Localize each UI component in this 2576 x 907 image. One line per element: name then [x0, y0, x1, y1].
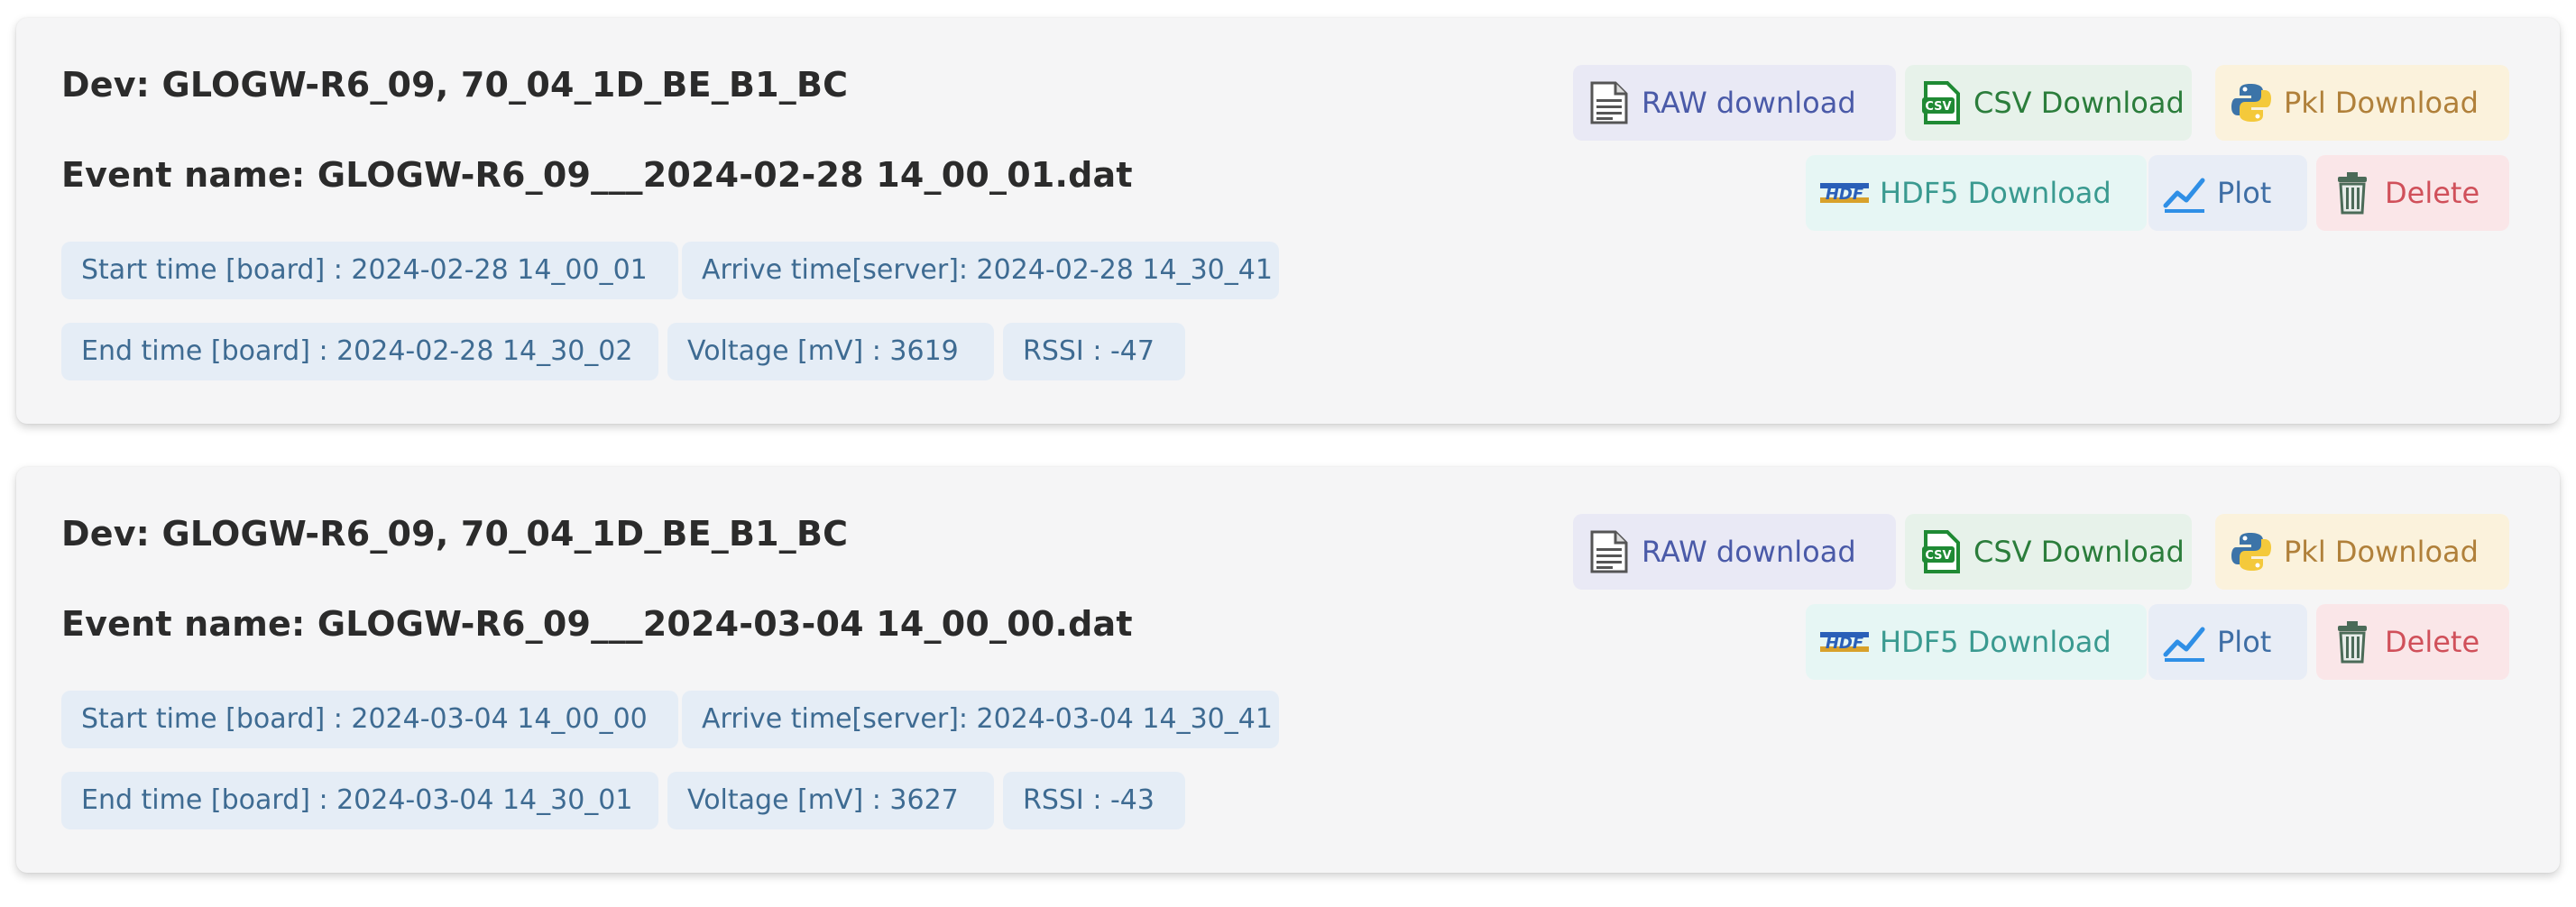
device-title: Dev: GLOGW-R6_09, 70_04_1D_BE_B1_BC: [61, 514, 849, 554]
csv-download-button[interactable]: CSV CSV Download: [1905, 65, 2192, 141]
line-chart-icon: [2163, 171, 2206, 215]
pkl-download-button[interactable]: Pkl Download: [2215, 65, 2509, 141]
svg-text:HDF: HDF: [1826, 634, 1864, 653]
event-card: Dev: GLOGW-R6_09, 70_04_1D_BE_B1_BC Even…: [16, 18, 2560, 424]
csv-file-icon: CSV: [1919, 81, 1963, 124]
hdf5-download-label: HDF5 Download: [1880, 176, 2111, 210]
trash-icon: [2331, 171, 2374, 215]
raw-download-label: RAW download: [1642, 86, 1856, 120]
start-time-badge: Start time [board] : 2024-02-28 14_00_01: [61, 242, 678, 299]
end-time-badge: End time [board] : 2024-03-04 14_30_01: [61, 772, 658, 829]
plot-button[interactable]: Plot: [2148, 604, 2307, 680]
hdf5-download-button[interactable]: HDF HDF5 Download: [1806, 155, 2147, 231]
voltage-badge: Voltage [mV] : 3619: [667, 323, 994, 380]
delete-button[interactable]: Delete: [2316, 155, 2509, 231]
arrive-time-badge: Arrive time[server]: 2024-03-04 14_30_41: [682, 691, 1279, 748]
delete-button[interactable]: Delete: [2316, 604, 2509, 680]
pkl-download-label: Pkl Download: [2284, 86, 2479, 120]
event-name: Event name: GLOGW-R6_09___2024-02-28 14_…: [61, 155, 1133, 195]
event-card: Dev: GLOGW-R6_09, 70_04_1D_BE_B1_BC Even…: [16, 467, 2560, 873]
csv-download-label: CSV Download: [1973, 535, 2185, 569]
plot-label: Plot: [2217, 625, 2272, 659]
python-icon: [2230, 530, 2273, 573]
python-icon: [2230, 81, 2273, 124]
document-icon: [1587, 530, 1631, 573]
pkl-download-button[interactable]: Pkl Download: [2215, 514, 2509, 590]
delete-label: Delete: [2385, 176, 2480, 210]
csv-download-label: CSV Download: [1973, 86, 2185, 120]
line-chart-icon: [2163, 620, 2206, 664]
raw-download-label: RAW download: [1642, 535, 1856, 569]
hdf5-download-button[interactable]: HDF HDF5 Download: [1806, 604, 2147, 680]
event-name: Event name: GLOGW-R6_09___2024-03-04 14_…: [61, 604, 1133, 644]
svg-text:CSV: CSV: [1925, 100, 1951, 114]
end-time-badge: End time [board] : 2024-02-28 14_30_02: [61, 323, 658, 380]
rssi-badge: RSSI : -43: [1003, 772, 1185, 829]
start-time-badge: Start time [board] : 2024-03-04 14_00_00: [61, 691, 678, 748]
hdf5-download-label: HDF5 Download: [1880, 625, 2111, 659]
csv-download-button[interactable]: CSV CSV Download: [1905, 514, 2192, 590]
hdf-icon: HDF: [1820, 171, 1869, 215]
voltage-badge: Voltage [mV] : 3627: [667, 772, 994, 829]
rssi-badge: RSSI : -47: [1003, 323, 1185, 380]
hdf-icon: HDF: [1820, 620, 1869, 664]
arrive-time-badge: Arrive time[server]: 2024-02-28 14_30_41: [682, 242, 1279, 299]
plot-label: Plot: [2217, 176, 2272, 210]
plot-button[interactable]: Plot: [2148, 155, 2307, 231]
trash-icon: [2331, 620, 2374, 664]
raw-download-button[interactable]: RAW download: [1573, 65, 1896, 141]
pkl-download-label: Pkl Download: [2284, 535, 2479, 569]
document-icon: [1587, 81, 1631, 124]
delete-label: Delete: [2385, 625, 2480, 659]
raw-download-button[interactable]: RAW download: [1573, 514, 1896, 590]
device-title: Dev: GLOGW-R6_09, 70_04_1D_BE_B1_BC: [61, 65, 849, 105]
svg-text:CSV: CSV: [1925, 549, 1951, 563]
csv-file-icon: CSV: [1919, 530, 1963, 573]
svg-text:HDF: HDF: [1826, 185, 1864, 204]
